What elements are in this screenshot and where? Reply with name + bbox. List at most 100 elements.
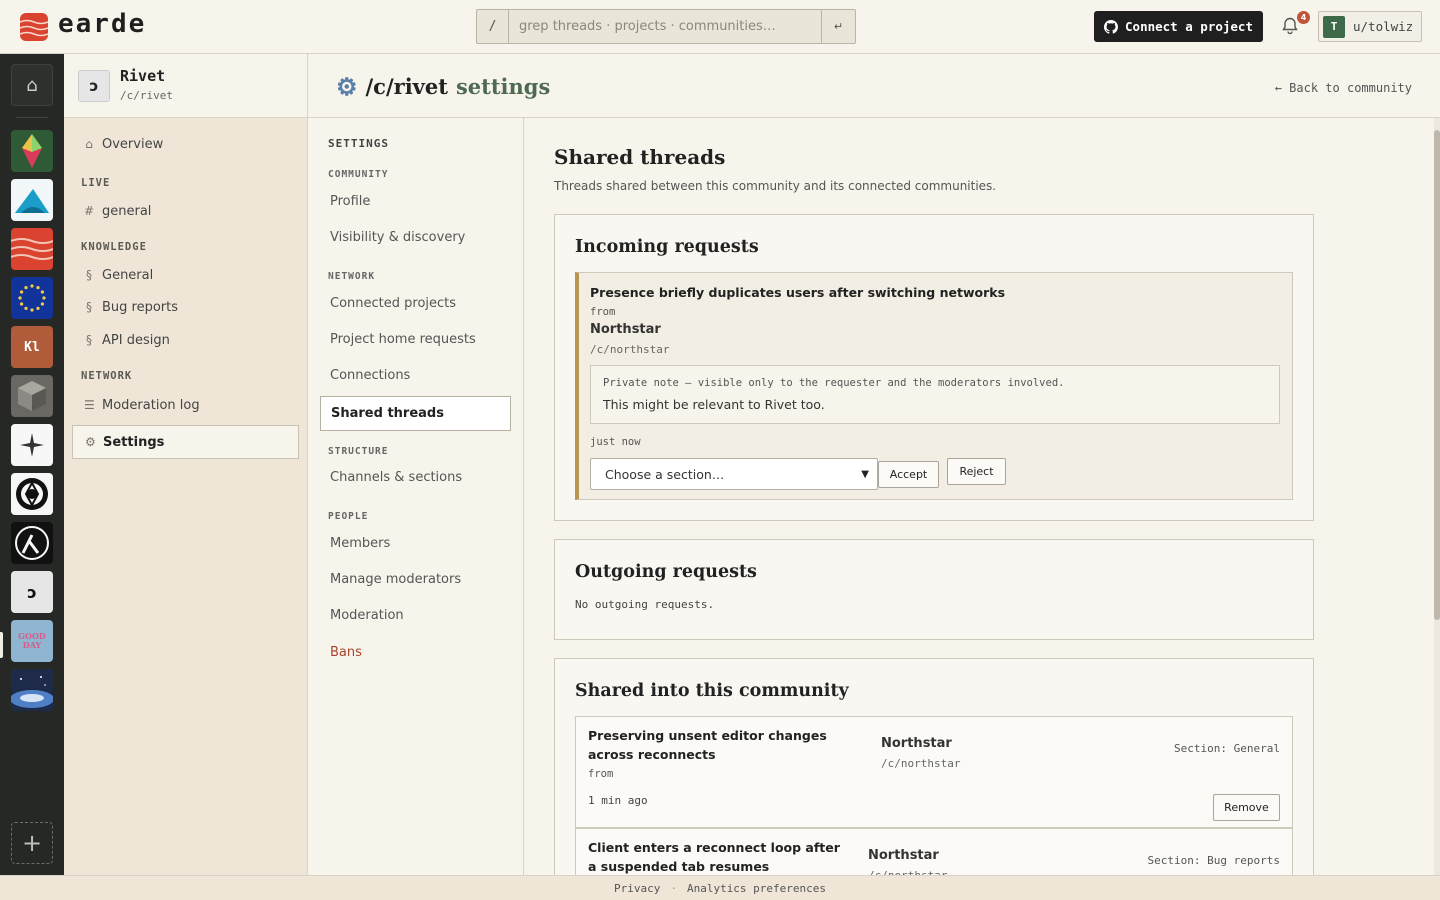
page-title-word: settings [455, 74, 551, 99]
gear-icon: ⚙ [336, 72, 358, 101]
sidebar-item-overview[interactable]: ⌂ Overview [72, 127, 299, 161]
user-menu-button[interactable]: T u/tolwiz [1318, 11, 1422, 42]
request-timestamp: just now [590, 436, 641, 448]
rail-community-waves[interactable] [11, 228, 53, 270]
request-from-label: from [590, 306, 616, 318]
sidebar-item-label: Settings [103, 434, 165, 450]
reject-button[interactable]: Reject [947, 458, 1006, 485]
rail-community-aperture[interactable] [11, 473, 53, 515]
search-input[interactable]: grep threads · projects · communities… [509, 10, 821, 43]
community-header[interactable]: ↄ Rivet /c/rivet [64, 54, 307, 118]
rail-community-rivet[interactable]: ↄ [11, 571, 53, 613]
sidebar-item-label: general [102, 203, 152, 219]
accept-button[interactable]: Accept [878, 461, 939, 488]
sidebar-item-api-design[interactable]: § API design [72, 323, 299, 357]
content-scrollbar[interactable] [1434, 118, 1440, 875]
rail-community-eu[interactable] [11, 277, 53, 319]
private-note-label: Private note — visible only to the reque… [603, 377, 1065, 389]
footer: Privacy · Analytics preferences [0, 875, 1440, 900]
scrollbar-thumb[interactable] [1434, 130, 1440, 620]
gear-icon: ⚙ [85, 435, 96, 449]
settings-group-network: NETWORK [328, 271, 376, 282]
add-community-button[interactable]: + [11, 822, 53, 864]
shared-thread-title[interactable]: Client enters a reconnect loop after a s… [588, 838, 848, 875]
rail-community-galaxy[interactable] [11, 669, 53, 711]
shared-thread-title[interactable]: Preserving unsent editor changes across … [588, 726, 848, 764]
sidebar-item-label: Overview [102, 136, 164, 152]
settings-group-people: PEOPLE [328, 511, 369, 522]
search-slash-icon: / [477, 10, 509, 43]
sidebar-item-moderation-log[interactable]: ☰ Moderation log [72, 388, 299, 422]
settings-nav-project-home-requests[interactable]: Project home requests [320, 322, 511, 357]
rail-community-compass[interactable] [11, 424, 53, 466]
rail-community-kl[interactable]: Kl [11, 326, 53, 368]
shared-thread-community-slug: /c/northstar [881, 757, 961, 770]
section-icon: § [86, 300, 92, 314]
section-title: Shared threads [554, 145, 726, 169]
back-to-community-link[interactable]: ← Back to community [1275, 81, 1412, 95]
earde-logo-icon[interactable] [18, 11, 50, 43]
sidebar-item-label: Moderation log [102, 397, 200, 413]
section-icon: § [86, 268, 92, 282]
settings-nav-moderation[interactable]: Moderation [320, 598, 511, 633]
settings-nav-manage-moderators[interactable]: Manage moderators [320, 562, 511, 597]
connect-project-button[interactable]: Connect a project [1094, 11, 1263, 42]
github-icon [1104, 19, 1119, 34]
outgoing-requests-title: Outgoing requests [575, 562, 757, 582]
section-label-knowledge: KNOWLEDGE [81, 241, 147, 253]
rail-community-stone[interactable] [11, 375, 53, 417]
settings-nav-connections[interactable]: Connections [320, 358, 511, 393]
brand-name[interactable]: earde [58, 9, 146, 39]
settings-group-community: COMMUNITY [328, 169, 389, 180]
page-header: ⚙ /c/rivet settings ← Back to community [308, 54, 1440, 118]
section-select[interactable]: Choose a section… ▼ [590, 458, 878, 490]
settings-nav-title: SETTINGS [328, 137, 389, 150]
private-note: Private note — visible only to the reque… [590, 365, 1280, 424]
settings-content: Shared threads Threads shared between th… [524, 118, 1440, 875]
shared-into-community-card: Shared into this community Preserving un… [554, 658, 1314, 875]
shared-thread-row: Preserving unsent editor changes across … [575, 716, 1293, 828]
request-community-slug: /c/northstar [590, 343, 670, 356]
shared-thread-section: Section: Bug reports [1147, 854, 1280, 867]
privacy-link[interactable]: Privacy [614, 882, 660, 895]
request-community-name[interactable]: Northstar [590, 322, 661, 337]
rail-community-lambda[interactable] [11, 522, 53, 564]
sidebar-item-bug-reports[interactable]: § Bug reports [72, 290, 299, 324]
sidebar-item-general-channel[interactable]: # general [72, 194, 299, 228]
shared-thread-section: Section: General [1174, 742, 1280, 755]
chevron-down-icon: ▼ [861, 468, 869, 480]
rail-divider [16, 117, 48, 118]
settings-nav-members[interactable]: Members [320, 526, 511, 561]
enter-key-icon[interactable]: ↵ [821, 10, 855, 43]
shared-thread-row: Client enters a reconnect loop after a s… [575, 828, 1293, 875]
analytics-preferences-link[interactable]: Analytics preferences [687, 882, 826, 895]
section-label-network: NETWORK [81, 370, 133, 382]
settings-nav-shared-threads[interactable]: Shared threads [320, 396, 511, 431]
sidebar-item-settings[interactable]: ⚙ Settings [72, 425, 299, 459]
settings-nav-bans[interactable]: Bans [320, 635, 511, 670]
sidebar-item-knowledge-general[interactable]: § General [72, 258, 299, 292]
settings-nav-profile[interactable]: Profile [320, 184, 511, 219]
rail-community-good-day[interactable]: GOOD DAY [11, 620, 53, 662]
search-bar[interactable]: / grep threads · projects · communities…… [476, 9, 856, 44]
incoming-requests-title: Incoming requests [575, 237, 759, 257]
shared-thread-community[interactable]: Northstar [868, 848, 939, 863]
shared-thread-community[interactable]: Northstar [881, 736, 952, 751]
section-description: Threads shared between this community an… [554, 179, 997, 193]
settings-nav-connected-projects[interactable]: Connected projects [320, 286, 511, 321]
remove-button[interactable]: Remove [1213, 794, 1280, 821]
list-icon: ☰ [84, 398, 95, 412]
request-thread-title[interactable]: Presence briefly duplicates users after … [590, 285, 1005, 300]
hash-icon: # [84, 204, 95, 218]
home-icon[interactable]: ⌂ [11, 64, 53, 106]
connect-project-label: Connect a project [1125, 19, 1253, 34]
settings-nav-channels-sections[interactable]: Channels & sections [320, 460, 511, 495]
rail-community-mountain[interactable] [11, 179, 53, 221]
top-bar: earde / grep threads · projects · commun… [0, 0, 1440, 54]
page-title-path: /c/rivet [365, 74, 448, 99]
settings-nav-visibility[interactable]: Visibility & discovery [320, 220, 511, 255]
private-note-text: This might be relevant to Rivet too. [603, 397, 825, 412]
rail-community-crystal[interactable] [11, 130, 53, 172]
outgoing-empty-text: No outgoing requests. [575, 598, 715, 611]
community-slug: /c/rivet [120, 89, 173, 102]
